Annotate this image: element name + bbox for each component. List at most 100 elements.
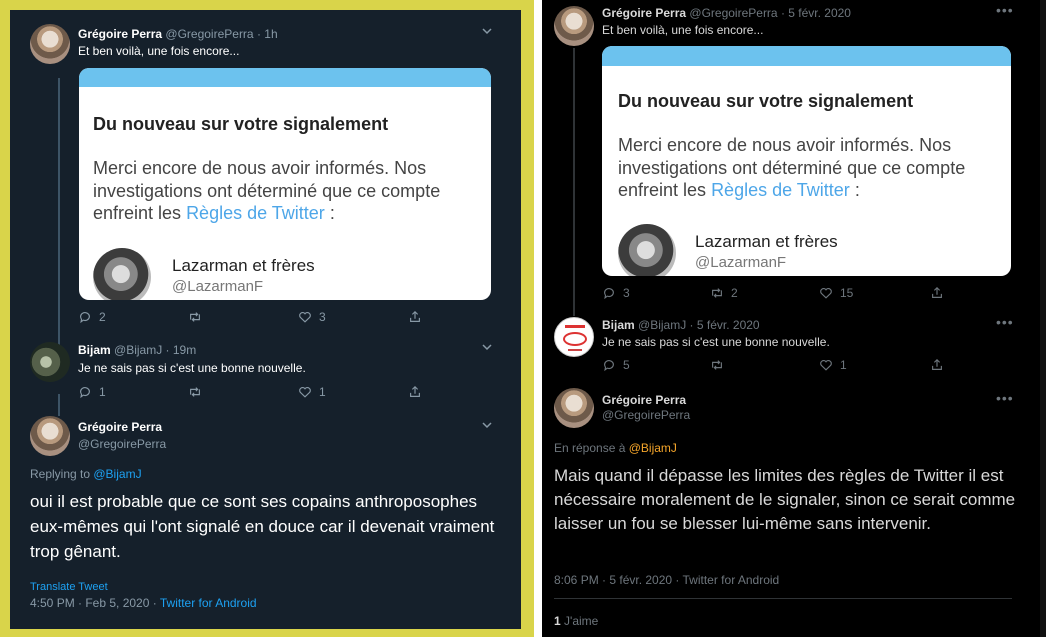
share-button[interactable] bbox=[408, 385, 422, 399]
share-button[interactable] bbox=[930, 358, 944, 372]
tweet-reply[interactable]: Bijam @BijamJ · 5 févr. 2020 ••• Je ne s… bbox=[542, 312, 1046, 382]
like-button[interactable]: 3 bbox=[298, 310, 326, 324]
avatar[interactable] bbox=[554, 6, 594, 46]
translate-tweet-link[interactable]: Translate Tweet bbox=[30, 581, 108, 593]
author-name[interactable]: Grégoire Perra bbox=[602, 6, 686, 20]
reply-button[interactable]: 5 bbox=[602, 358, 630, 372]
heart-icon bbox=[820, 288, 832, 299]
tweet-meta: 4:50 PM · Feb 5, 2020 · Twitter for Andr… bbox=[30, 596, 257, 610]
tweet-original[interactable]: Grégoire Perra @GregoirePerra · 1h Et be… bbox=[10, 10, 521, 340]
left-screenshot-frame: Grégoire Perra @GregoirePerra · 1h Et be… bbox=[0, 0, 534, 637]
chevron-down-icon[interactable] bbox=[481, 419, 495, 433]
more-options-icon[interactable]: ••• bbox=[996, 314, 1014, 330]
like-count: 15 bbox=[840, 286, 854, 300]
tweet-timestamp: 4:50 PM · Feb 5, 2020 · bbox=[30, 596, 160, 610]
tweet-meta: 8:06 PM · 5 févr. 2020 · Twitter for And… bbox=[554, 573, 780, 587]
share-button[interactable] bbox=[930, 286, 944, 300]
reply-count: 1 bbox=[99, 385, 106, 399]
reply-icon bbox=[80, 312, 90, 324]
tweet-reply[interactable]: Bijam @BijamJ · 19m Je ne sais pas si c'… bbox=[10, 340, 521, 410]
tweet-text: Je ne sais pas si c'est une bonne nouvel… bbox=[78, 361, 306, 375]
share-icon bbox=[410, 310, 420, 322]
likes-label: J'aime bbox=[560, 614, 599, 628]
retweet-button[interactable] bbox=[188, 310, 209, 324]
card-title: Du nouveau sur votre signalement bbox=[618, 91, 914, 111]
retweet-icon bbox=[190, 387, 200, 397]
author-handle[interactable]: @GregoirePerra bbox=[78, 437, 166, 451]
divider bbox=[554, 598, 1012, 599]
avatar[interactable] bbox=[30, 342, 70, 382]
card-title: Du nouveau sur votre signalement bbox=[93, 114, 389, 134]
reply-count: 3 bbox=[623, 286, 630, 300]
tweet-original[interactable]: Grégoire Perra @GregoirePerra · 5 févr. … bbox=[542, 0, 1046, 312]
author-line: Grégoire Perra @GregoirePerra · 1h bbox=[78, 27, 278, 41]
more-options-icon[interactable]: ••• bbox=[996, 390, 1014, 406]
author-name[interactable]: Bijam bbox=[602, 318, 635, 332]
likes-summary[interactable]: 1 J'aime bbox=[554, 614, 598, 628]
reply-button[interactable]: 3 bbox=[602, 286, 630, 300]
retweet-button[interactable] bbox=[188, 385, 209, 399]
author-name[interactable]: Grégoire Perra bbox=[78, 420, 162, 434]
reported-user-handle: @LazarmanF bbox=[172, 278, 264, 295]
tweet-text: Je ne sais pas si c'est une bonne nouvel… bbox=[602, 335, 830, 349]
avatar[interactable] bbox=[30, 24, 70, 64]
mention-link[interactable]: @BijamJ bbox=[93, 467, 141, 481]
replying-prefix: Replying to bbox=[30, 467, 94, 481]
avatar[interactable] bbox=[554, 317, 594, 357]
retweet-count: 2 bbox=[731, 286, 738, 300]
author-line: Bijam @BijamJ · 19m bbox=[78, 343, 196, 357]
reply-icon bbox=[80, 387, 90, 399]
retweet-button[interactable]: 2 bbox=[710, 286, 738, 300]
reported-user-name: Lazarman et frères bbox=[172, 256, 315, 275]
replying-prefix: En réponse à bbox=[554, 441, 629, 455]
tweet-text: Et ben voilà, une fois encore... bbox=[78, 44, 240, 58]
author-name[interactable]: Bijam bbox=[78, 343, 111, 357]
screenshot-card[interactable]: Du nouveau sur votre signalement Merci e… bbox=[79, 68, 491, 300]
likes-count: 1 bbox=[554, 614, 561, 628]
rules-link: Règles de Twitter bbox=[186, 203, 325, 223]
more-options-icon[interactable]: ••• bbox=[996, 2, 1014, 18]
tweet-focused: Grégoire Perra @GregoirePerra ••• En rép… bbox=[542, 382, 1046, 637]
author-handle: @GregoirePerra · 5 févr. 2020 bbox=[689, 6, 851, 20]
tweet-text: oui il est probable que ce sont ses copa… bbox=[30, 492, 495, 561]
scrollbar[interactable] bbox=[1040, 0, 1046, 637]
replying-to: En réponse à @BijamJ bbox=[554, 441, 677, 455]
tweet-focused: Grégoire Perra @GregoirePerra Replying t… bbox=[10, 410, 521, 629]
reply-count: 2 bbox=[99, 310, 106, 324]
chevron-down-icon[interactable] bbox=[481, 25, 495, 39]
retweet-icon bbox=[712, 288, 722, 298]
reply-icon bbox=[604, 288, 614, 300]
author-handle[interactable]: @GregoirePerra bbox=[602, 408, 690, 422]
like-count: 1 bbox=[319, 385, 326, 399]
like-button[interactable]: 1 bbox=[819, 358, 847, 372]
author-handle: @BijamJ · 5 févr. 2020 bbox=[638, 318, 760, 332]
share-icon bbox=[410, 385, 420, 397]
reply-button[interactable]: 2 bbox=[78, 310, 106, 324]
source-link[interactable]: Twitter for Android bbox=[160, 596, 257, 610]
mention-link[interactable]: @BijamJ bbox=[629, 441, 677, 455]
screenshot-card[interactable]: Du nouveau sur votre signalement Merci e… bbox=[602, 46, 1011, 276]
author-name[interactable]: Grégoire Perra bbox=[602, 393, 686, 407]
author-handle: @GregoirePerra · 1h bbox=[165, 27, 278, 41]
retweet-button[interactable] bbox=[710, 358, 731, 372]
right-tweet-thread: Grégoire Perra @GregoirePerra · 5 févr. … bbox=[542, 0, 1046, 637]
card-header-bar bbox=[79, 68, 491, 87]
like-button[interactable]: 1 bbox=[298, 385, 326, 399]
share-button[interactable] bbox=[408, 310, 422, 324]
reply-button[interactable]: 1 bbox=[78, 385, 106, 399]
retweet-icon bbox=[190, 312, 200, 322]
reported-user-avatar bbox=[618, 224, 676, 276]
heart-icon bbox=[299, 387, 311, 398]
heart-icon bbox=[299, 312, 311, 323]
avatar[interactable] bbox=[554, 388, 594, 428]
card-body-suffix: : bbox=[849, 180, 860, 200]
like-count: 3 bbox=[319, 310, 326, 324]
reported-user-handle: @LazarmanF bbox=[695, 254, 787, 271]
avatar[interactable] bbox=[30, 416, 70, 456]
reply-count: 5 bbox=[623, 358, 630, 372]
chevron-down-icon[interactable] bbox=[481, 341, 495, 355]
panel-divider bbox=[534, 0, 542, 637]
author-handle: @BijamJ · 19m bbox=[114, 343, 197, 357]
author-name[interactable]: Grégoire Perra bbox=[78, 27, 162, 41]
like-button[interactable]: 15 bbox=[819, 286, 853, 300]
